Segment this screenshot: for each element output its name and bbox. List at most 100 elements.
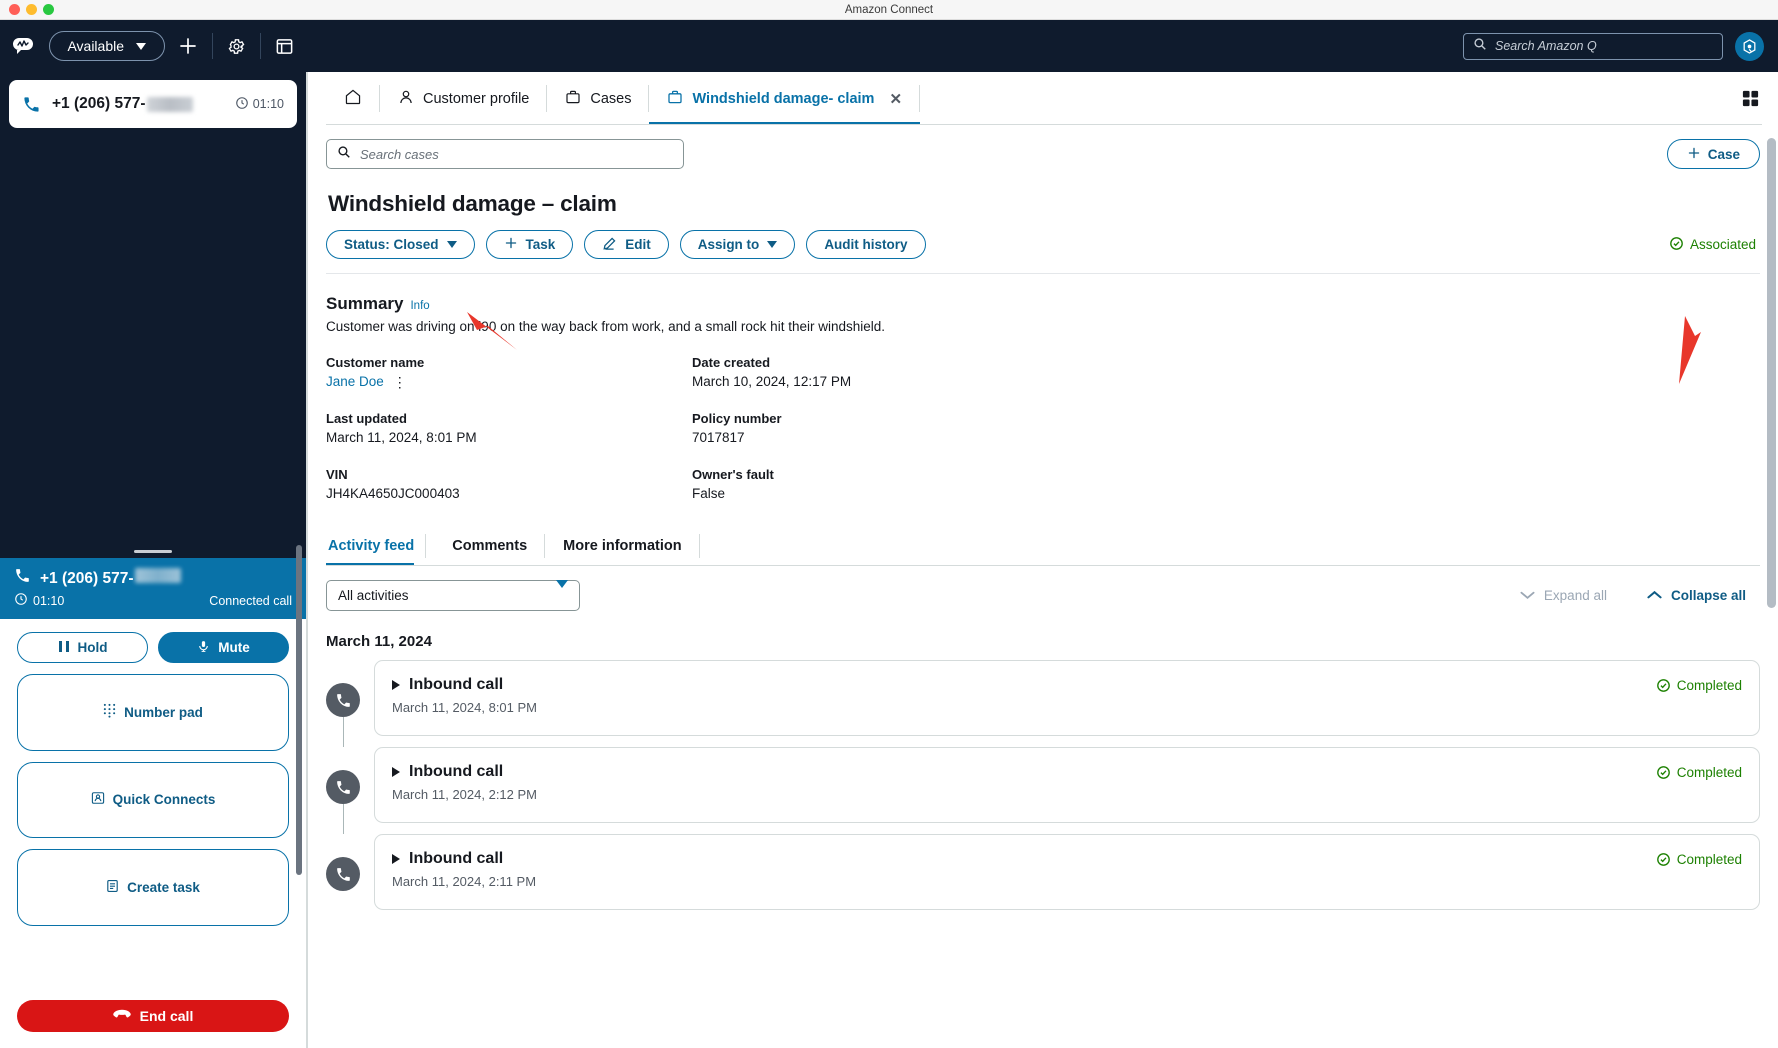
summary-heading: Summary <box>326 294 404 313</box>
tab-customer-profile[interactable]: Customer profile <box>380 72 548 125</box>
panel-resize-handle[interactable] <box>0 544 306 558</box>
status-dropdown-label: Status: Closed <box>344 237 439 252</box>
activity-status-label: Completed <box>1676 678 1742 693</box>
add-case-button[interactable]: Case <box>1666 139 1760 169</box>
tab-windshield-damage-claim[interactable]: Windshield damage- claim ✕ <box>649 72 921 125</box>
gear-icon[interactable] <box>225 33 248 59</box>
add-task-label: Task <box>525 237 556 252</box>
field-label: Date created <box>692 355 771 370</box>
case-search-row: Case <box>308 125 1778 169</box>
add-task-button[interactable]: Task <box>485 230 574 259</box>
create-task-button[interactable]: Create task <box>17 849 289 926</box>
contact-phone-number: +1 (206) 577- <box>52 95 193 113</box>
briefcase-icon <box>565 89 581 109</box>
number-pad-button-label: Number pad <box>124 704 203 720</box>
collapse-all-button[interactable]: Collapse all <box>1647 588 1746 603</box>
field-value: 7017817 <box>692 430 745 445</box>
tab-customer-profile-label: Customer profile <box>423 90 530 107</box>
check-circle-icon <box>1669 236 1684 254</box>
agent-status-label: Available <box>67 38 125 54</box>
activity-title: Inbound call <box>409 763 504 780</box>
home-icon <box>344 88 362 110</box>
tab-cases-label: Cases <box>590 90 632 107</box>
field-value: March 10, 2024, 12:17 PM <box>692 374 852 389</box>
triangle-right-icon[interactable] <box>392 854 400 864</box>
subtab-comments[interactable]: Comments <box>434 526 546 566</box>
subtab-activity-feed[interactable]: Activity feed <box>326 526 434 566</box>
amazon-q-icon[interactable] <box>1735 31 1764 61</box>
search-cases-field[interactable] <box>326 139 684 169</box>
activity-title-row[interactable]: Inbound call <box>392 763 1656 781</box>
plus-icon[interactable] <box>177 33 200 59</box>
activity-title-row[interactable]: Inbound call <box>392 850 1656 868</box>
list-item[interactable]: Inbound call March 11, 2024, 2:11 PM Com… <box>326 834 1760 921</box>
main-content: Customer profile Cases Windshield damage… <box>306 72 1778 1048</box>
expand-collapse-controls: Expand all Collapse all <box>1520 588 1760 603</box>
pencil-icon <box>602 236 617 254</box>
activity-card[interactable]: Inbound call March 11, 2024, 8:01 PM Com… <box>374 660 1760 736</box>
activity-filter-select[interactable]: All activities <box>326 580 580 611</box>
create-task-button-label: Create task <box>127 879 200 895</box>
case-detail-body: Windshield damage – claim Status: Closed… <box>308 169 1778 1048</box>
end-call-button[interactable]: End call <box>17 1000 289 1032</box>
field-last-updated: Last updated March 11, 2024, 8:01 PM <box>326 411 692 445</box>
number-pad-button[interactable]: Number pad <box>17 674 289 751</box>
field-customer-name: Customer name Jane Doe ⋮ <box>326 355 692 389</box>
mute-button[interactable]: Mute <box>158 632 289 663</box>
plus-icon <box>504 236 518 253</box>
status-dropdown-button[interactable]: Status: Closed <box>326 230 475 259</box>
content-scrollbar[interactable] <box>1767 72 1776 1048</box>
quick-connects-button-label: Quick Connects <box>112 792 216 808</box>
scrollbar-thumb[interactable] <box>1767 138 1776 608</box>
search-cases-input[interactable] <box>360 146 673 162</box>
dashboard-icon[interactable] <box>273 33 296 59</box>
summary-text: Customer was driving on i90 on the way b… <box>326 319 885 334</box>
audit-history-button[interactable]: Audit history <box>806 230 926 259</box>
list-item[interactable]: Inbound call March 11, 2024, 2:12 PM Com… <box>326 747 1760 834</box>
left-panel: Available +1 (206) 577- 01:10 +1 (206) 5… <box>0 20 306 1048</box>
search-icon <box>337 145 351 164</box>
topbar-right-section <box>306 20 1778 72</box>
case-fields: Customer name Jane Doe ⋮ Date created Ma… <box>326 355 1760 523</box>
chevron-down-icon <box>136 42 147 50</box>
call-state-label: Connected call <box>209 593 292 608</box>
briefcase-icon <box>667 89 683 109</box>
expand-all-label: Expand all <box>1543 588 1607 603</box>
tab-cases[interactable]: Cases <box>547 72 650 125</box>
triangle-right-icon[interactable] <box>392 680 400 690</box>
status-badge: Associated <box>1669 236 1760 254</box>
summary-heading-row: Summary Info <box>326 294 1760 314</box>
phone-icon <box>326 770 360 804</box>
subtab-more-information[interactable]: More information <box>545 526 700 566</box>
amazon-q-search[interactable] <box>1463 32 1723 60</box>
kebab-menu-icon[interactable]: ⋮ <box>393 375 407 389</box>
summary-info-link[interactable]: Info <box>410 300 429 312</box>
assign-to-button[interactable]: Assign to <box>679 230 796 259</box>
quick-connects-button[interactable]: Quick Connects <box>17 761 289 838</box>
hold-button[interactable]: Hold <box>17 632 148 663</box>
chevron-down-icon <box>446 241 457 248</box>
subtab-comments-label: Comments <box>452 538 528 554</box>
amazon-q-search-input[interactable] <box>1495 39 1713 53</box>
task-icon <box>106 879 119 896</box>
expand-all-button[interactable]: Expand all <box>1520 588 1607 603</box>
activity-card[interactable]: Inbound call March 11, 2024, 2:11 PM Com… <box>374 834 1760 910</box>
customer-name-link[interactable]: Jane Doe <box>326 374 384 389</box>
contact-card-icon <box>91 791 105 808</box>
list-item[interactable]: Inbound call March 11, 2024, 8:01 PM Com… <box>326 660 1760 747</box>
active-contact-card[interactable]: +1 (206) 577- 01:10 <box>9 80 297 128</box>
end-call-label: End call <box>139 1008 194 1024</box>
tab-home[interactable] <box>326 72 380 125</box>
chevron-up-icon <box>1647 588 1662 603</box>
left-panel-scrollbar-thumb[interactable] <box>296 545 302 875</box>
activity-title-row[interactable]: Inbound call <box>392 676 1656 694</box>
edit-case-button[interactable]: Edit <box>584 230 669 259</box>
field-value[interactable]: Jane Doe ⋮ <box>326 374 692 389</box>
triangle-right-icon[interactable] <box>392 767 400 777</box>
active-contact-card-wrapper: +1 (206) 577- 01:10 <box>0 72 306 128</box>
agent-status-selector[interactable]: Available <box>48 31 165 61</box>
close-icon[interactable]: ✕ <box>889 90 902 108</box>
contact-control-panel: Hold Mute Number pad Quick Connects Crea… <box>0 619 306 1048</box>
microphone-icon <box>197 639 210 657</box>
activity-card[interactable]: Inbound call March 11, 2024, 2:12 PM Com… <box>374 747 1760 823</box>
